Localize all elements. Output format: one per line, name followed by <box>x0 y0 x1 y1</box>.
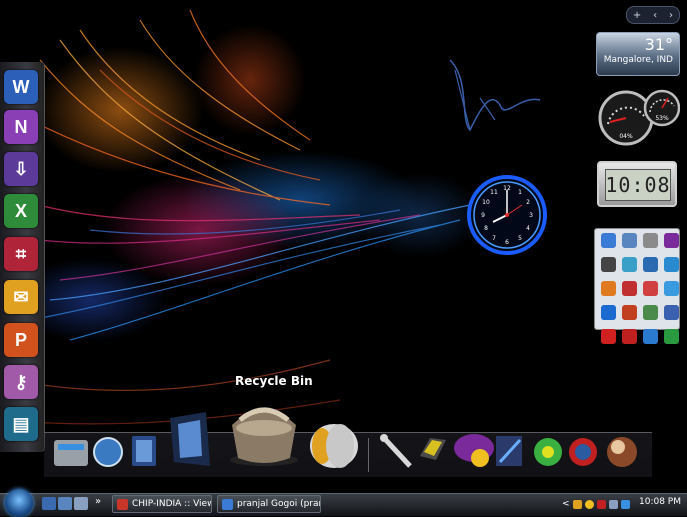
dock <box>44 432 652 477</box>
analog-clock-gadget: 12369 1245 781011 <box>467 175 547 255</box>
prev-gadget-button[interactable]: ‹ <box>653 10 657 21</box>
desktop: 12 3 6 9 1245 7 8 10 11 W N ⇩ X ⌗ ✉ P ⚷ ▤ + ‹ … <box>0 0 687 493</box>
taskbar-window-label: pranjal Gogoi (pranj... <box>237 499 320 509</box>
browser-icon <box>117 498 128 510</box>
dock-separator <box>368 438 369 472</box>
launcher-browser-icon[interactable] <box>664 281 679 296</box>
tray-network-icon[interactable] <box>608 499 618 509</box>
launcher-media-icon[interactable] <box>643 281 658 296</box>
launcher-globe-icon[interactable] <box>664 257 679 272</box>
key-icon[interactable]: ⚷ <box>4 365 38 399</box>
browser-icon <box>222 498 233 510</box>
launcher-infinity-icon[interactable] <box>664 329 679 344</box>
launcher-ie-icon[interactable] <box>601 305 616 320</box>
taskbar-clock[interactable]: 10:08 PM <box>639 497 681 507</box>
launcher-network-icon[interactable] <box>643 257 658 272</box>
tray-volume-icon[interactable] <box>620 499 630 509</box>
launcher-flv-icon[interactable] <box>622 329 637 344</box>
sidebar-controls: + ‹ › <box>626 6 680 24</box>
onenote-icon[interactable]: N <box>4 110 38 144</box>
publisher-icon[interactable]: ▤ <box>4 407 38 441</box>
weather-temperature: 31° <box>644 35 673 54</box>
svg-text:9: 9 <box>481 212 485 219</box>
next-gadget-button[interactable]: › <box>669 10 673 21</box>
quicklaunch-desktop-icon[interactable] <box>42 497 56 510</box>
tray-messenger-icon[interactable] <box>584 499 594 509</box>
svg-text:3: 3 <box>529 212 533 219</box>
svg-text:7: 7 <box>492 235 496 242</box>
tray-folder-icon[interactable] <box>572 499 582 509</box>
access-icon[interactable]: ⌗ <box>4 237 38 271</box>
svg-text:1: 1 <box>518 189 522 196</box>
launcher-chat-icon[interactable] <box>622 281 637 296</box>
launcher-computer-icon[interactable] <box>601 233 616 248</box>
digital-clock-time: 10:08 <box>605 169 671 201</box>
add-gadget-button[interactable]: + <box>633 10 641 21</box>
start-button[interactable] <box>5 489 33 517</box>
wallpaper: 12369 1245 781011 <box>0 9 547 425</box>
cpu-meter-gadget[interactable]: 04% 53% <box>596 86 681 148</box>
launcher-monitor-icon[interactable] <box>622 233 637 248</box>
svg-text:2: 2 <box>526 199 530 206</box>
launcher-settings-icon[interactable] <box>664 305 679 320</box>
taskbar-window-label: CHIP-INDIA :: View t... <box>132 499 211 509</box>
quicklaunch-more-button[interactable]: » <box>95 496 101 507</box>
launcher-yahoo-icon[interactable] <box>664 233 679 248</box>
launcher-chart-icon[interactable] <box>643 305 658 320</box>
quicklaunch-switch-windows-icon[interactable] <box>58 497 72 510</box>
svg-text:5: 5 <box>518 235 522 242</box>
svg-text:4: 4 <box>526 225 530 232</box>
launcher-acrobat-icon[interactable] <box>601 329 616 344</box>
quicklaunch-app-icon[interactable] <box>74 497 88 510</box>
excel-icon[interactable]: X <box>4 194 38 228</box>
word-icon[interactable]: W <box>4 70 38 104</box>
launcher-firefox-icon[interactable] <box>601 281 616 296</box>
cpu-percent: 04% <box>619 133 633 140</box>
app-launcher-gadget <box>594 228 680 344</box>
svg-text:8: 8 <box>484 225 488 232</box>
taskbar-window-chip-india[interactable]: CHIP-INDIA :: View t... <box>112 495 212 513</box>
launcher-disc-icon[interactable] <box>601 257 616 272</box>
recycle-bin-label: Recycle Bin <box>235 374 313 388</box>
launcher-mail-icon[interactable] <box>643 329 658 344</box>
infopath-icon[interactable]: ⇩ <box>4 152 38 186</box>
taskbar-window-pranjal[interactable]: pranjal Gogoi (pranj... <box>217 495 321 513</box>
svg-text:11: 11 <box>490 189 498 196</box>
outlook-icon[interactable]: ✉ <box>4 280 38 314</box>
powerpoint-icon[interactable]: P <box>4 323 38 357</box>
svg-text:6: 6 <box>505 239 509 246</box>
launcher-desktop-icon[interactable] <box>622 257 637 272</box>
tray-alert-icon[interactable] <box>596 499 606 509</box>
tray-expand-button[interactable]: < <box>562 499 570 509</box>
svg-text:10: 10 <box>482 199 490 206</box>
launcher-tool-icon[interactable] <box>622 305 637 320</box>
weather-location: Mangalore, IND <box>603 55 673 65</box>
memory-percent: 53% <box>655 115 669 122</box>
digital-clock-gadget[interactable]: 10:08 <box>597 161 677 207</box>
weather-gadget[interactable]: 31° Mangalore, IND <box>596 32 680 76</box>
launcher-trash-icon[interactable] <box>643 233 658 248</box>
